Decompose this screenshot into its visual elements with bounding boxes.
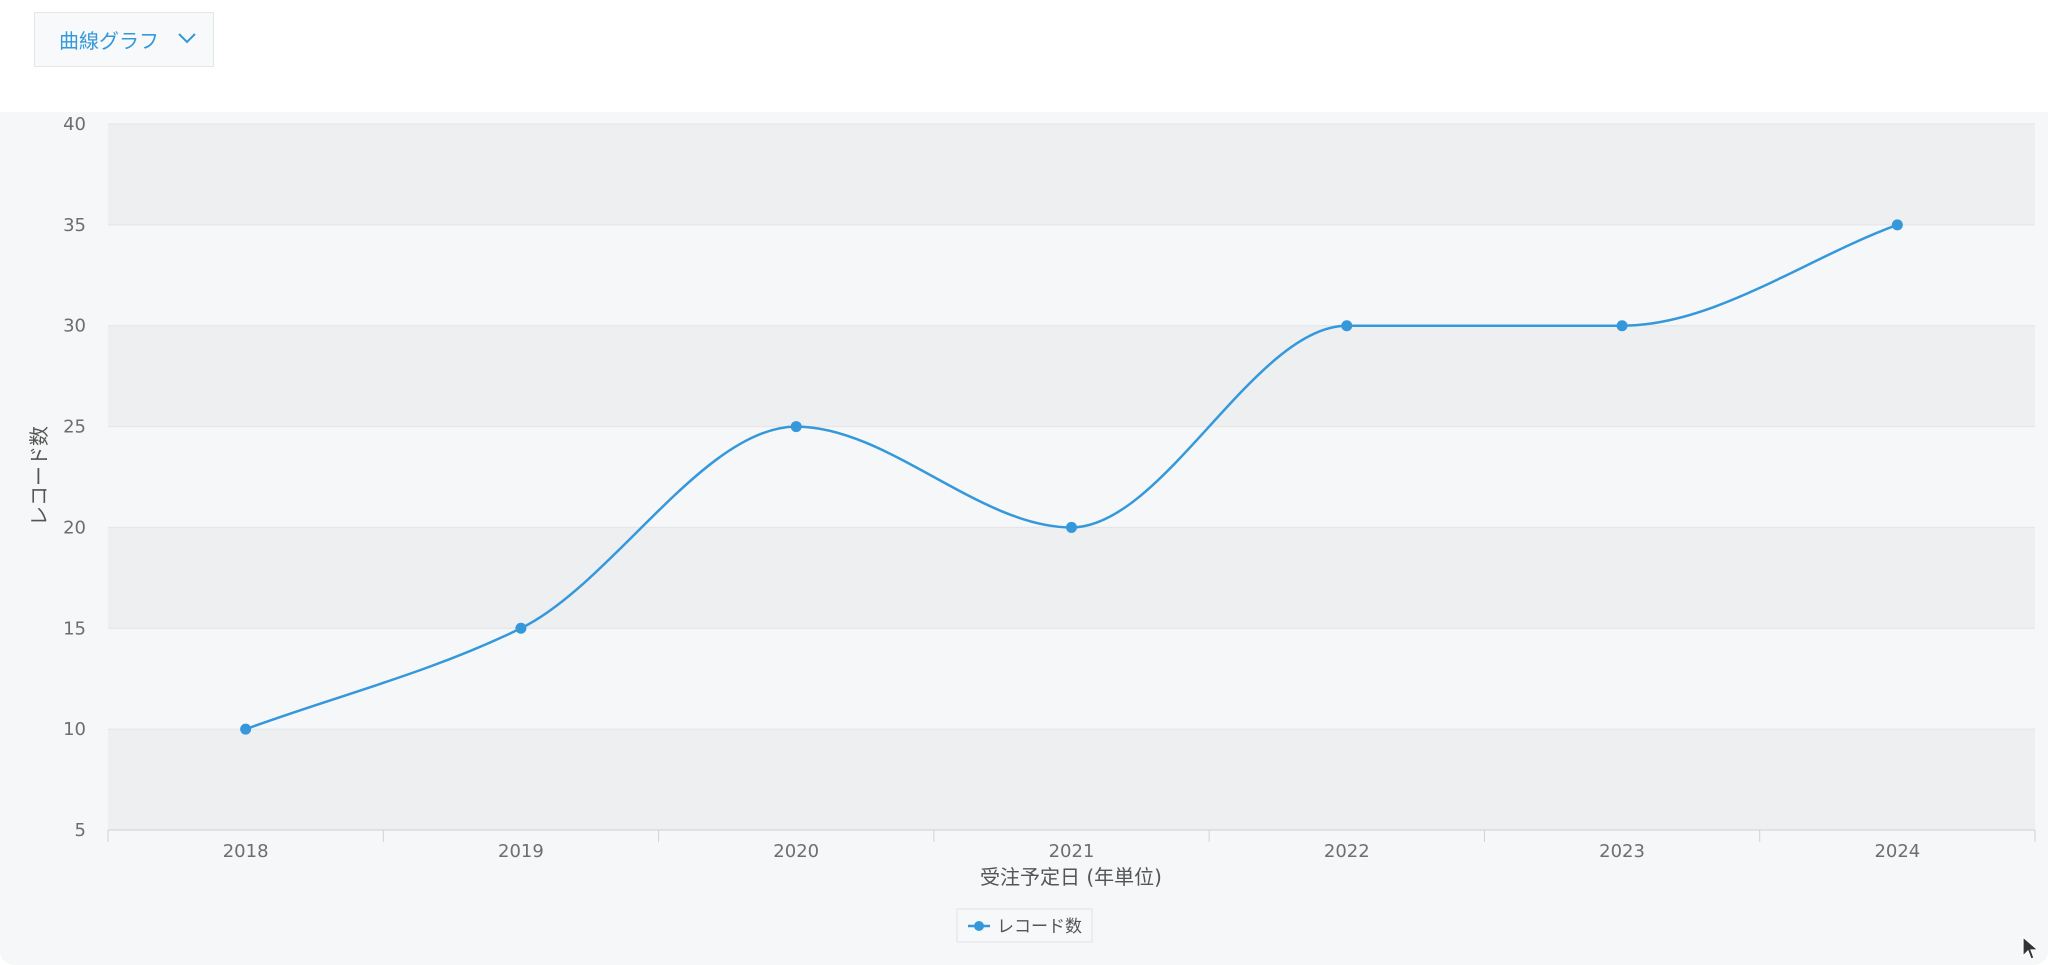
x-tick-label: 2022 bbox=[1324, 841, 1370, 862]
x-axis-title: 受注予定日 (年単位) bbox=[980, 865, 1162, 889]
data-point bbox=[790, 421, 802, 433]
data-point bbox=[1341, 320, 1353, 332]
y-tick-label: 40 bbox=[63, 114, 86, 135]
x-tick-label: 2021 bbox=[1049, 841, 1095, 862]
plot-band bbox=[108, 426, 2035, 528]
x-tick-label: 2018 bbox=[223, 841, 269, 862]
data-point bbox=[1066, 521, 1077, 533]
legend[interactable]: レコード数 bbox=[956, 908, 1093, 943]
legend-label: レコード数 bbox=[997, 917, 1082, 937]
x-tick-label: 2024 bbox=[1874, 841, 1920, 862]
data-point bbox=[240, 723, 252, 735]
chart-type-label: 曲線グラフ bbox=[59, 29, 159, 53]
plot-band bbox=[108, 729, 2035, 830]
plot-band bbox=[108, 325, 2035, 427]
toolbar: 曲線グラフ bbox=[0, 0, 2048, 112]
chevron-down-icon bbox=[178, 33, 196, 44]
x-tick-label: 2023 bbox=[1599, 841, 1645, 862]
mouse-cursor-icon bbox=[2022, 935, 2040, 960]
y-axis-title: レコード数 bbox=[27, 426, 51, 526]
plot-band bbox=[108, 527, 2035, 629]
y-tick-label: 10 bbox=[63, 719, 86, 740]
x-tick-label: 2019 bbox=[498, 841, 544, 862]
chart-panel: 5 10 15 20 25 30 35 40 2018 2019 2020 2021 2022 2023… bbox=[0, 112, 2048, 965]
y-tick-label: 20 bbox=[63, 517, 86, 538]
plot-band bbox=[108, 124, 2035, 225]
line-chart: 5 10 15 20 25 30 35 40 2018 2019 2020 2021 2022 2023… bbox=[27, 114, 2036, 943]
data-point bbox=[1891, 219, 1903, 231]
data-point bbox=[515, 622, 527, 634]
y-tick-label: 25 bbox=[63, 417, 86, 438]
y-tick-label: 15 bbox=[63, 618, 86, 639]
chart-type-select[interactable]: 曲線グラフ bbox=[34, 12, 214, 67]
legend-marker-icon bbox=[974, 921, 984, 931]
y-tick-label: 5 bbox=[75, 820, 86, 841]
y-tick-label: 35 bbox=[63, 215, 86, 236]
x-tick-label: 2020 bbox=[773, 841, 819, 862]
plot-band bbox=[108, 224, 2035, 326]
data-point bbox=[1616, 320, 1628, 332]
y-tick-label: 30 bbox=[63, 316, 86, 337]
